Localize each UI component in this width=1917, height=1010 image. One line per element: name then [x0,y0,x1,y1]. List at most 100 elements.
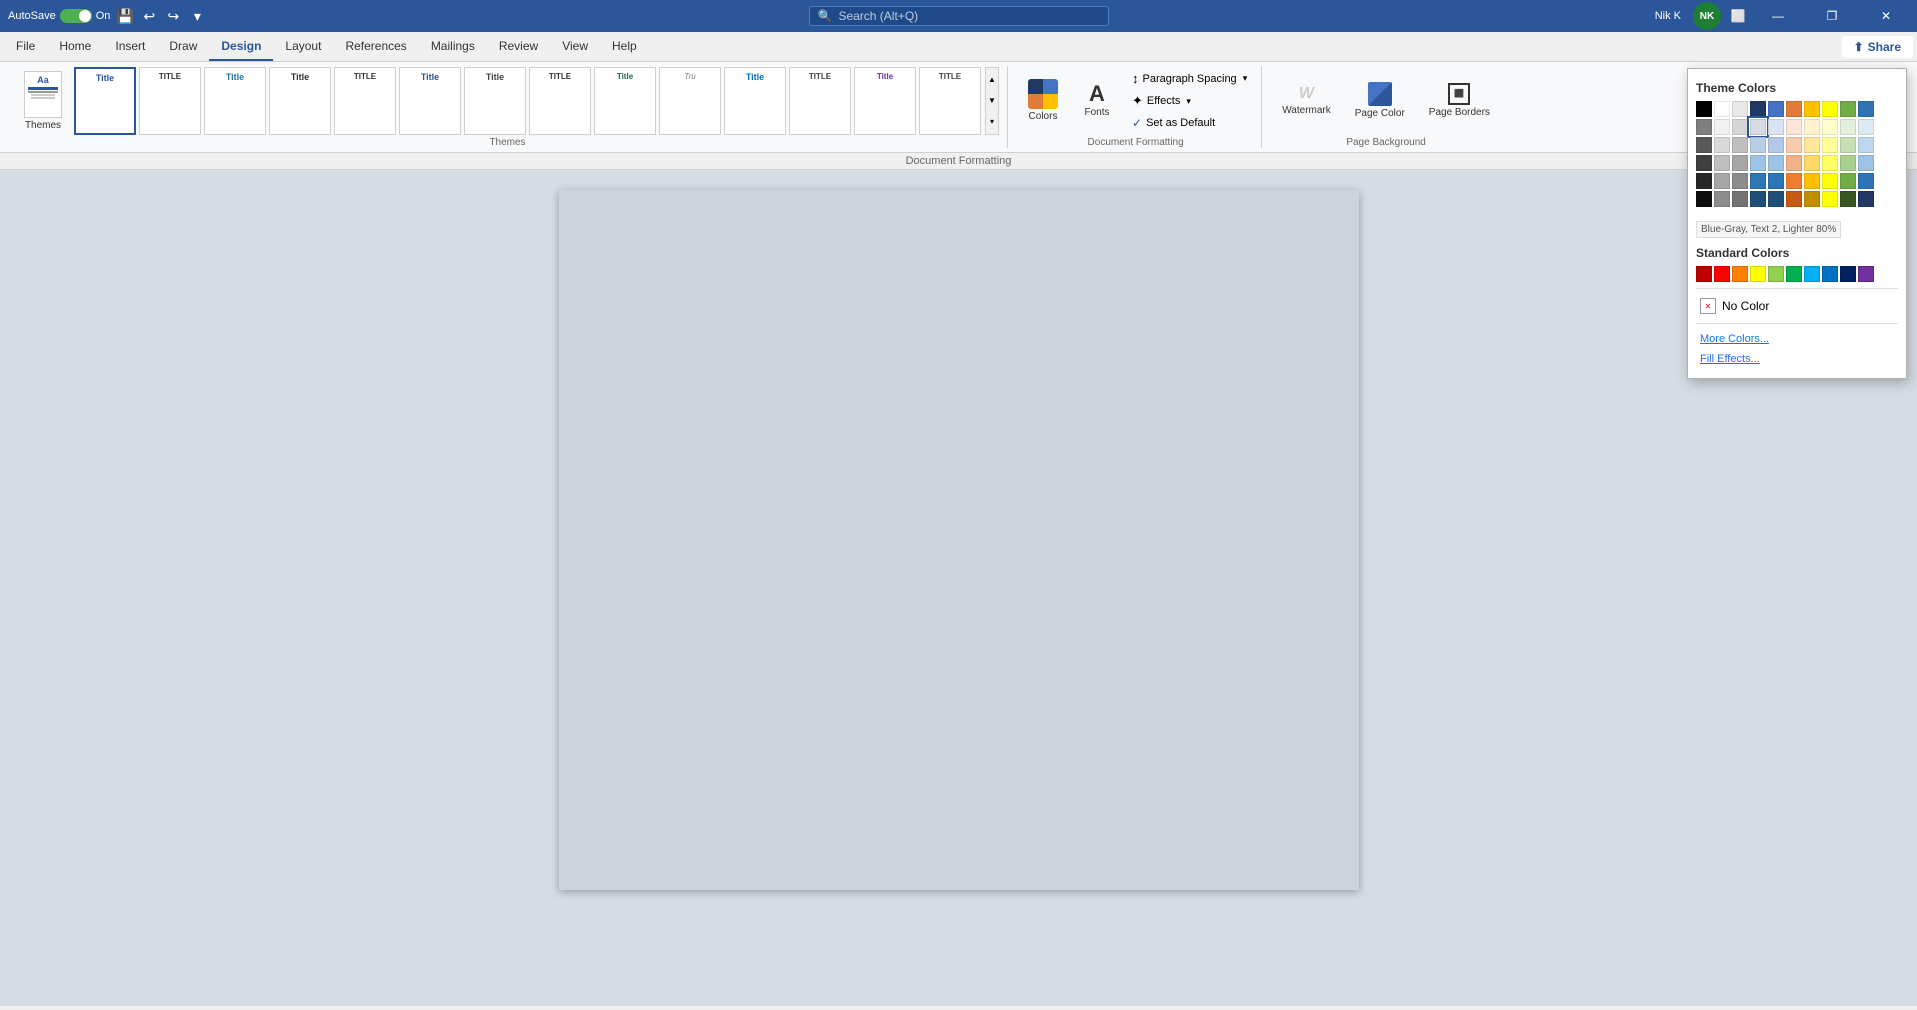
theme-color-4[interactable] [1768,101,1784,117]
theme-color-3[interactable] [1750,101,1766,117]
search-input[interactable] [838,9,1078,23]
theme-item-7[interactable]: TITLE [529,67,591,135]
minimize-button[interactable]: — [1755,0,1801,32]
avatar[interactable]: NK [1693,2,1721,30]
effects-button[interactable]: ✦ Effects ▾ [1126,91,1253,111]
theme-color-8[interactable] [1840,101,1856,117]
theme-color-0[interactable] [1696,101,1712,117]
shade-3-3[interactable] [1750,173,1766,189]
standard-color-3[interactable] [1750,266,1766,282]
shade-1-9[interactable] [1858,137,1874,153]
quick-access-dropdown-icon[interactable]: ▾ [188,7,206,25]
shade-4-6[interactable] [1804,191,1820,207]
theme-item-8[interactable]: Title [594,67,656,135]
shade-1-3[interactable] [1750,137,1766,153]
standard-color-0[interactable] [1696,266,1712,282]
theme-color-7[interactable] [1822,101,1838,117]
tab-home[interactable]: Home [47,32,103,61]
ribbon-display-icon[interactable]: ⬜ [1729,7,1747,25]
autosave-toggle[interactable]: AutoSave On [8,9,110,23]
shade-0-3[interactable] [1750,119,1766,135]
page-color-button[interactable]: Page Color [1345,67,1415,135]
fonts-button[interactable]: A Fonts [1072,67,1122,135]
standard-color-9[interactable] [1858,266,1874,282]
shade-3-4[interactable] [1768,173,1784,189]
shade-2-8[interactable] [1840,155,1856,171]
tab-file[interactable]: File [4,32,47,61]
theme-item-13[interactable]: TITLE [919,67,981,135]
theme-item-10[interactable]: Title [724,67,786,135]
theme-item-2[interactable]: Title [204,67,266,135]
save-icon[interactable]: 💾 [116,7,134,25]
theme-item-9[interactable]: Tru [659,67,721,135]
restore-button[interactable]: ❐ [1809,0,1855,32]
tab-insert[interactable]: Insert [103,32,157,61]
shade-3-0[interactable] [1696,173,1712,189]
shade-0-0[interactable] [1696,119,1712,135]
theme-item-3[interactable]: Title [269,67,331,135]
theme-item-5[interactable]: Title [399,67,461,135]
shade-4-1[interactable] [1714,191,1730,207]
shade-1-1[interactable] [1714,137,1730,153]
watermark-button[interactable]: W Watermark [1272,67,1341,135]
shade-3-9[interactable] [1858,173,1874,189]
shade-0-6[interactable] [1804,119,1820,135]
shade-3-6[interactable] [1804,173,1820,189]
shade-2-3[interactable] [1750,155,1766,171]
shade-1-7[interactable] [1822,137,1838,153]
standard-color-6[interactable] [1804,266,1820,282]
tab-mailings[interactable]: Mailings [419,32,487,61]
redo-icon[interactable]: ↪ [164,7,182,25]
shade-2-5[interactable] [1786,155,1802,171]
tab-review[interactable]: Review [487,32,550,61]
standard-color-7[interactable] [1822,266,1838,282]
gallery-scroll[interactable]: ▲ ▼ ▾ [985,67,999,135]
shade-2-4[interactable] [1768,155,1784,171]
shade-3-8[interactable] [1840,173,1856,189]
shade-1-6[interactable] [1804,137,1820,153]
undo-icon[interactable]: ↩ [140,7,158,25]
shade-2-2[interactable] [1732,155,1748,171]
shade-0-8[interactable] [1840,119,1856,135]
theme-color-1[interactable] [1714,101,1730,117]
shade-1-0[interactable] [1696,137,1712,153]
shade-1-2[interactable] [1732,137,1748,153]
standard-color-8[interactable] [1840,266,1856,282]
theme-item-1[interactable]: TITLE [139,67,201,135]
tab-draw[interactable]: Draw [157,32,209,61]
themes-button[interactable]: Aa Themes [16,67,70,135]
shade-4-2[interactable] [1732,191,1748,207]
tab-layout[interactable]: Layout [273,32,333,61]
shade-4-4[interactable] [1768,191,1784,207]
theme-item-6[interactable]: Title [464,67,526,135]
share-button[interactable]: ⬆ Share [1842,36,1913,58]
shade-2-0[interactable] [1696,155,1712,171]
standard-color-5[interactable] [1786,266,1802,282]
shade-4-8[interactable] [1840,191,1856,207]
shade-0-5[interactable] [1786,119,1802,135]
close-button[interactable]: ✕ [1863,0,1909,32]
theme-color-5[interactable] [1786,101,1802,117]
shade-0-1[interactable] [1714,119,1730,135]
shade-0-4[interactable] [1768,119,1784,135]
shade-4-9[interactable] [1858,191,1874,207]
shade-1-4[interactable] [1768,137,1784,153]
tab-design[interactable]: Design [209,32,273,61]
shade-0-7[interactable] [1822,119,1838,135]
more-colors-link[interactable]: More Colors... [1696,330,1898,348]
theme-color-6[interactable] [1804,101,1820,117]
tab-help[interactable]: Help [600,32,649,61]
shade-3-2[interactable] [1732,173,1748,189]
shade-3-1[interactable] [1714,173,1730,189]
fill-effects-link[interactable]: Fill Effects... [1696,350,1898,368]
standard-color-1[interactable] [1714,266,1730,282]
shade-3-7[interactable] [1822,173,1838,189]
paragraph-spacing-button[interactable]: ↕ Paragraph Spacing ▾ [1126,69,1253,88]
standard-color-2[interactable] [1732,266,1748,282]
no-color-option[interactable]: ✕ No Color [1696,295,1898,317]
theme-item-4[interactable]: TITLE [334,67,396,135]
theme-item-11[interactable]: TITLE [789,67,851,135]
theme-item-12[interactable]: Title [854,67,916,135]
theme-color-2[interactable] [1732,101,1748,117]
autosave-pill[interactable] [60,9,92,23]
